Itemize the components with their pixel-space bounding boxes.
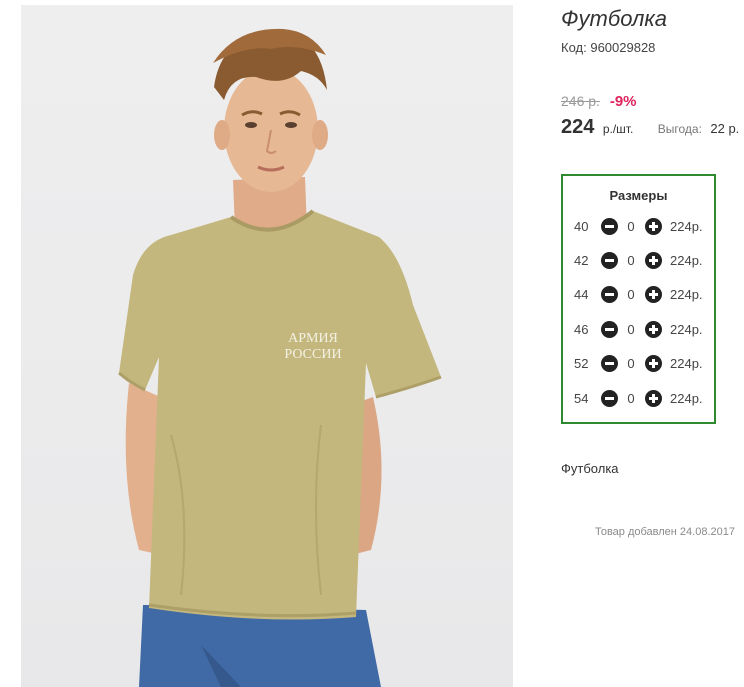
size-row: 54 0 224р. (563, 389, 714, 409)
size-price: 224р. (670, 356, 703, 371)
plus-circle-icon[interactable] (645, 286, 662, 303)
size-row: 44 0 224р. (563, 285, 714, 305)
size-price: 224р. (670, 287, 703, 302)
added-date: Товар добавлен 24.08.2017 (594, 526, 735, 538)
price-unit: р./шт. (602, 122, 634, 136)
size-label: 46 (574, 322, 589, 337)
discount-badge: -9% (609, 93, 637, 110)
size-price: 224р. (670, 322, 703, 337)
size-label: 40 (574, 219, 589, 234)
size-label: 44 (574, 287, 589, 302)
plus-circle-icon[interactable] (645, 218, 662, 235)
product-description: Футболка (561, 461, 619, 476)
shirt-print-line1: АРМИЯ (288, 331, 338, 346)
product-title: Футболка (561, 6, 667, 31)
size-quantity: 0 (627, 356, 635, 371)
plus-circle-icon[interactable] (645, 355, 662, 372)
benefit-value: 22 р. (710, 121, 740, 136)
size-quantity: 0 (627, 287, 635, 302)
size-price: 224р. (670, 219, 703, 234)
minus-circle-icon[interactable] (601, 321, 618, 338)
size-quantity: 0 (627, 391, 635, 406)
size-quantity: 0 (627, 322, 635, 337)
product-code-value: 960029828 (590, 40, 656, 55)
minus-circle-icon[interactable] (601, 218, 618, 235)
size-row: 52 0 224р. (563, 354, 714, 374)
size-label: 52 (574, 356, 589, 371)
benefit-label: Выгода: (657, 122, 702, 136)
minus-circle-icon[interactable] (601, 390, 618, 407)
shirt-print-line2: РОССИИ (284, 347, 341, 362)
sizes-panel: Размеры 40 0 224р. 42 0 224р. 44 0 224р.… (561, 174, 716, 424)
plus-circle-icon[interactable] (645, 321, 662, 338)
size-row: 42 0 224р. (563, 251, 714, 271)
size-label: 42 (574, 253, 589, 268)
sizes-title: Размеры (609, 188, 668, 203)
plus-circle-icon[interactable] (645, 390, 662, 407)
size-quantity: 0 (627, 219, 635, 234)
size-price: 224р. (670, 391, 703, 406)
size-row: 46 0 224р. (563, 320, 714, 340)
minus-circle-icon[interactable] (601, 355, 618, 372)
price-row: 224 р./шт. Выгода: 22 р. (561, 116, 739, 139)
product-page: АРМИЯ РОССИИ Футболка Код: 960029828 246… (0, 0, 744, 687)
plus-circle-icon[interactable] (645, 252, 662, 269)
minus-circle-icon[interactable] (601, 286, 618, 303)
old-price-row: 246 р. -9% (561, 93, 637, 110)
size-label: 54 (574, 391, 589, 406)
product-photo[interactable]: АРМИЯ РОССИИ (21, 5, 513, 687)
size-price: 224р. (670, 253, 703, 268)
size-row: 40 0 224р. (563, 217, 714, 237)
old-price: 246 р. (561, 93, 600, 109)
product-code-label: Код: (561, 40, 587, 55)
current-price: 224 (561, 116, 595, 138)
model-illustration: АРМИЯ РОССИИ (118, 28, 442, 687)
minus-circle-icon[interactable] (601, 252, 618, 269)
size-quantity: 0 (627, 253, 635, 268)
product-code: Код: 960029828 (561, 40, 655, 55)
